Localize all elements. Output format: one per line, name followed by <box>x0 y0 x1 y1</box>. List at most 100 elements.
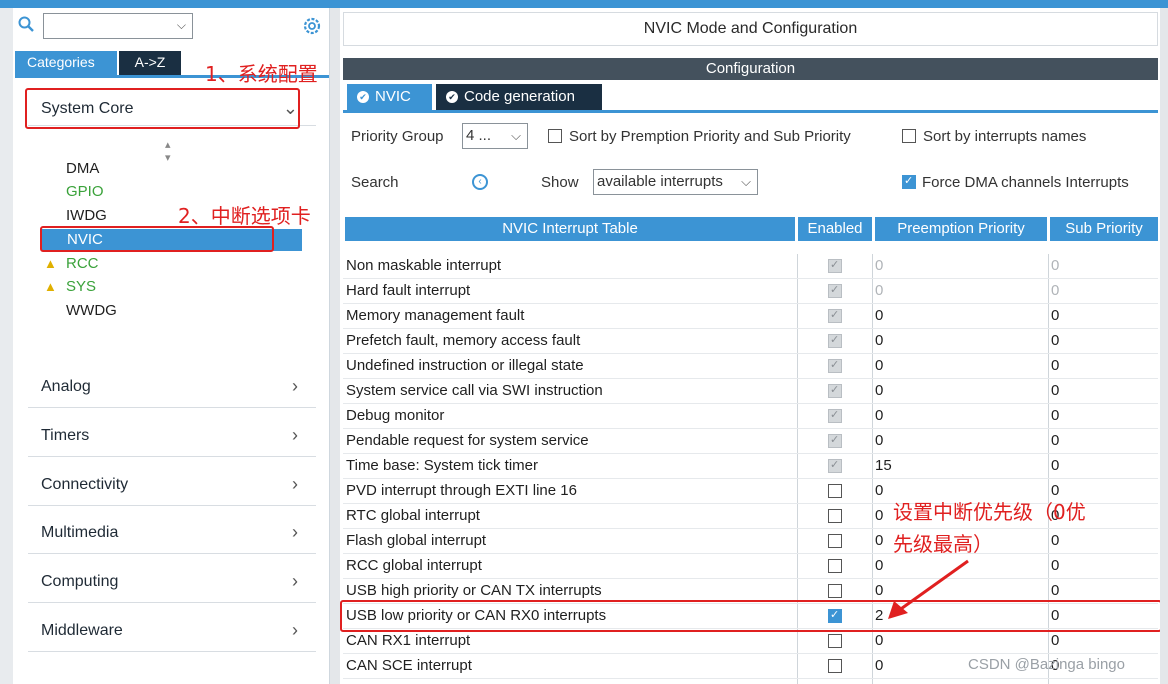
preemption-priority-cell[interactable]: 0 <box>875 432 883 449</box>
peripheral-iwdg[interactable]: IWDG <box>66 207 107 224</box>
table-row[interactable]: Time base: System tick timer 15 0 <box>343 454 1158 479</box>
table-row[interactable]: Flash global interrupt 0 0 <box>343 529 1158 554</box>
category-middleware[interactable]: Middleware › <box>28 612 316 652</box>
peripheral-sys[interactable]: SYS <box>66 278 96 295</box>
highlight-usb-low-row <box>340 600 1162 632</box>
sub-priority-cell[interactable]: 0 <box>1051 557 1059 574</box>
preemption-priority-cell[interactable]: 0 <box>875 657 883 674</box>
preemption-priority-cell[interactable]: 15 <box>875 457 892 474</box>
sub-priority-cell[interactable]: 0 <box>1051 357 1059 374</box>
preemption-priority-cell[interactable]: 0 <box>875 482 883 499</box>
top-bar <box>0 0 1168 8</box>
sub-priority-cell[interactable]: 0 <box>1051 407 1059 424</box>
interrupt-name: Non maskable interrupt <box>346 257 502 274</box>
priority-group-select[interactable]: 4 ... ⌵ <box>462 123 528 149</box>
category-timers[interactable]: Timers › <box>28 417 316 457</box>
enabled-checkbox[interactable] <box>828 659 842 673</box>
sub-priority-cell[interactable]: 0 <box>1051 282 1059 299</box>
preemption-priority-cell[interactable]: 0 <box>875 532 883 549</box>
tab-categories[interactable]: Categories <box>15 51 117 75</box>
enabled-checkbox <box>828 258 842 273</box>
sort-preemption-checkbox[interactable] <box>548 129 562 143</box>
enabled-checkbox <box>828 308 842 323</box>
category-analog[interactable]: Analog › <box>28 368 316 408</box>
enabled-checkbox[interactable] <box>828 634 842 648</box>
table-row[interactable]: Hard fault interrupt 0 0 <box>343 279 1158 304</box>
enabled-checkbox[interactable] <box>828 584 842 598</box>
preemption-priority-cell[interactable]: 0 <box>875 407 883 424</box>
preemption-priority-cell[interactable]: 0 <box>875 507 883 524</box>
peripheral-rcc[interactable]: RCC <box>66 255 99 272</box>
table-row[interactable]: Non maskable interrupt 0 0 <box>343 254 1158 279</box>
table-row[interactable]: Undefined instruction or illegal state 0 0 <box>343 354 1158 379</box>
sort-names-checkbox[interactable] <box>902 129 916 143</box>
interrupt-name: PVD interrupt through EXTI line 16 <box>346 482 577 499</box>
table-row[interactable]: CAN RX1 interrupt 0 0 <box>343 629 1158 654</box>
enabled-checkbox[interactable] <box>828 509 842 523</box>
chevron-down-icon: ⌵ <box>176 18 186 32</box>
sub-priority-cell[interactable]: 0 <box>1051 382 1059 399</box>
tab-code-generation[interactable]: ✔ Code generation <box>436 84 602 110</box>
preemption-priority-cell[interactable]: 0 <box>875 307 883 324</box>
table-row[interactable]: Debug monitor 0 0 <box>343 404 1158 429</box>
enabled-checkbox[interactable] <box>828 559 842 573</box>
table-row[interactable]: Memory management fault 0 0 <box>343 304 1158 329</box>
preemption-priority-cell[interactable]: 0 <box>875 357 883 374</box>
column-header-enabled[interactable]: Enabled <box>798 217 872 241</box>
sub-priority-cell[interactable]: 0 <box>1051 532 1059 549</box>
force-dma-label: Force DMA channels Interrupts <box>922 174 1129 191</box>
enabled-checkbox[interactable] <box>828 534 842 548</box>
peripheral-dma[interactable]: DMA <box>66 160 99 177</box>
column-header-table[interactable]: NVIC Interrupt Table <box>345 217 795 241</box>
table-row[interactable]: System service call via SWI instruction 0… <box>343 379 1158 404</box>
preemption-priority-cell[interactable]: 0 <box>875 282 883 299</box>
category-multimedia[interactable]: Multimedia › <box>28 514 316 554</box>
sub-priority-cell[interactable]: 0 <box>1051 457 1059 474</box>
column-header-sub[interactable]: Sub Priority <box>1050 217 1158 241</box>
category-connectivity[interactable]: Connectivity › <box>28 466 316 506</box>
column-header-preemption[interactable]: Preemption Priority <box>875 217 1047 241</box>
show-label: Show <box>541 174 579 191</box>
sort-names-label: Sort by interrupts names <box>923 128 1087 145</box>
search-icon[interactable] <box>18 16 34 32</box>
peripheral-wwdg[interactable]: WWDG <box>66 302 117 319</box>
sub-priority-cell[interactable]: 0 <box>1051 582 1059 599</box>
peripheral-gpio[interactable]: GPIO <box>66 183 104 200</box>
show-select[interactable]: available interrupts ⌵ <box>593 169 758 195</box>
category-label: Connectivity <box>41 476 129 493</box>
tab-label: NVIC <box>375 88 411 105</box>
sub-priority-cell[interactable]: 0 <box>1051 257 1059 274</box>
watermark: CSDN @Bazinga bingo <box>968 656 1125 673</box>
enabled-checkbox <box>828 283 842 298</box>
force-dma-checkbox[interactable] <box>902 174 916 189</box>
preemption-priority-cell[interactable]: 0 <box>875 332 883 349</box>
sub-priority-cell[interactable]: 0 <box>1051 632 1059 649</box>
tab-a-z[interactable]: A->Z <box>119 51 181 75</box>
table-row[interactable]: Pendable request for system service 0 0 <box>343 429 1158 454</box>
preemption-priority-cell[interactable]: 0 <box>875 632 883 649</box>
warning-icon: ▲ <box>44 256 57 271</box>
search-label: Search <box>351 174 399 191</box>
tab-nvic[interactable]: ✔ NVIC <box>347 84 432 110</box>
table-row[interactable]: Prefetch fault, memory access fault 0 0 <box>343 329 1158 354</box>
interrupt-name: Memory management fault <box>346 307 525 324</box>
right-edge <box>1160 8 1168 684</box>
table-row[interactable]: RCC global interrupt 0 0 <box>343 554 1158 579</box>
splitter[interactable] <box>330 8 340 684</box>
sort-preemption-label: Sort by Premption Priority and Sub Prior… <box>569 128 851 145</box>
category-label: Analog <box>41 378 91 395</box>
enabled-checkbox[interactable] <box>828 484 842 498</box>
search-combo[interactable]: ⌵ <box>43 13 193 39</box>
category-computing[interactable]: Computing › <box>28 563 316 603</box>
gear-icon[interactable] <box>302 16 322 36</box>
interrupt-name: Debug monitor <box>346 407 445 424</box>
preemption-priority-cell[interactable]: 0 <box>875 257 883 274</box>
sub-priority-cell[interactable]: 0 <box>1051 332 1059 349</box>
preemption-priority-cell[interactable]: 0 <box>875 382 883 399</box>
sub-priority-cell[interactable]: 0 <box>1051 432 1059 449</box>
chevron-right-icon: › <box>292 522 298 542</box>
sort-arrows-icon[interactable]: ▴ ▾ <box>165 138 171 164</box>
search-back-icon[interactable]: ‹ <box>472 174 488 190</box>
chevron-down-icon: ⌵ <box>741 174 751 189</box>
sub-priority-cell[interactable]: 0 <box>1051 307 1059 324</box>
